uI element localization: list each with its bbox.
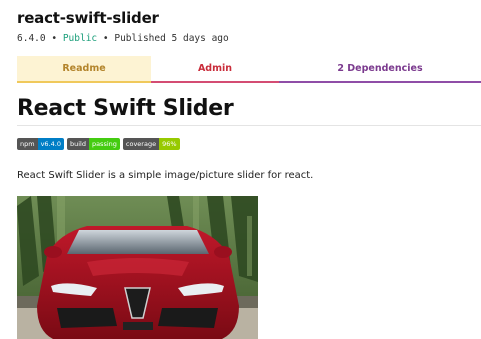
visibility-label: Public: [62, 33, 98, 44]
badge-value: passing: [88, 138, 120, 150]
published-date: Published 5 days ago: [114, 33, 229, 44]
package-meta: 6.4.0 • Public • Published 5 days ago: [17, 33, 229, 44]
badge-row: npm v6.4.0 build passing coverage 96%: [17, 138, 180, 150]
tab-dependencies[interactable]: 2 Dependencies: [279, 56, 481, 83]
badge-label: coverage: [122, 138, 160, 150]
meta-separator: •: [102, 33, 109, 44]
heading-divider: [17, 125, 481, 126]
car-illustration: [17, 196, 258, 339]
tab-readme[interactable]: Readme: [17, 56, 151, 83]
demo-car-image: [17, 196, 258, 339]
coverage-badge[interactable]: coverage 96%: [122, 138, 180, 150]
badge-label: build: [66, 138, 89, 150]
npm-version-badge[interactable]: npm v6.4.0: [17, 138, 64, 150]
readme-heading: React Swift Slider: [17, 96, 234, 121]
badge-label: npm: [17, 138, 38, 150]
package-tabs: Readme Admin 2 Dependencies: [17, 56, 481, 83]
package-title: react-swift-slider: [17, 9, 159, 27]
meta-separator: •: [51, 33, 58, 44]
build-status-badge[interactable]: build passing: [66, 138, 120, 150]
package-version: 6.4.0: [17, 33, 46, 44]
badge-value: v6.4.0: [37, 138, 64, 150]
badge-value: 96%: [159, 138, 180, 150]
tab-admin[interactable]: Admin: [151, 56, 279, 83]
readme-description: React Swift Slider is a simple image/pic…: [17, 170, 314, 181]
